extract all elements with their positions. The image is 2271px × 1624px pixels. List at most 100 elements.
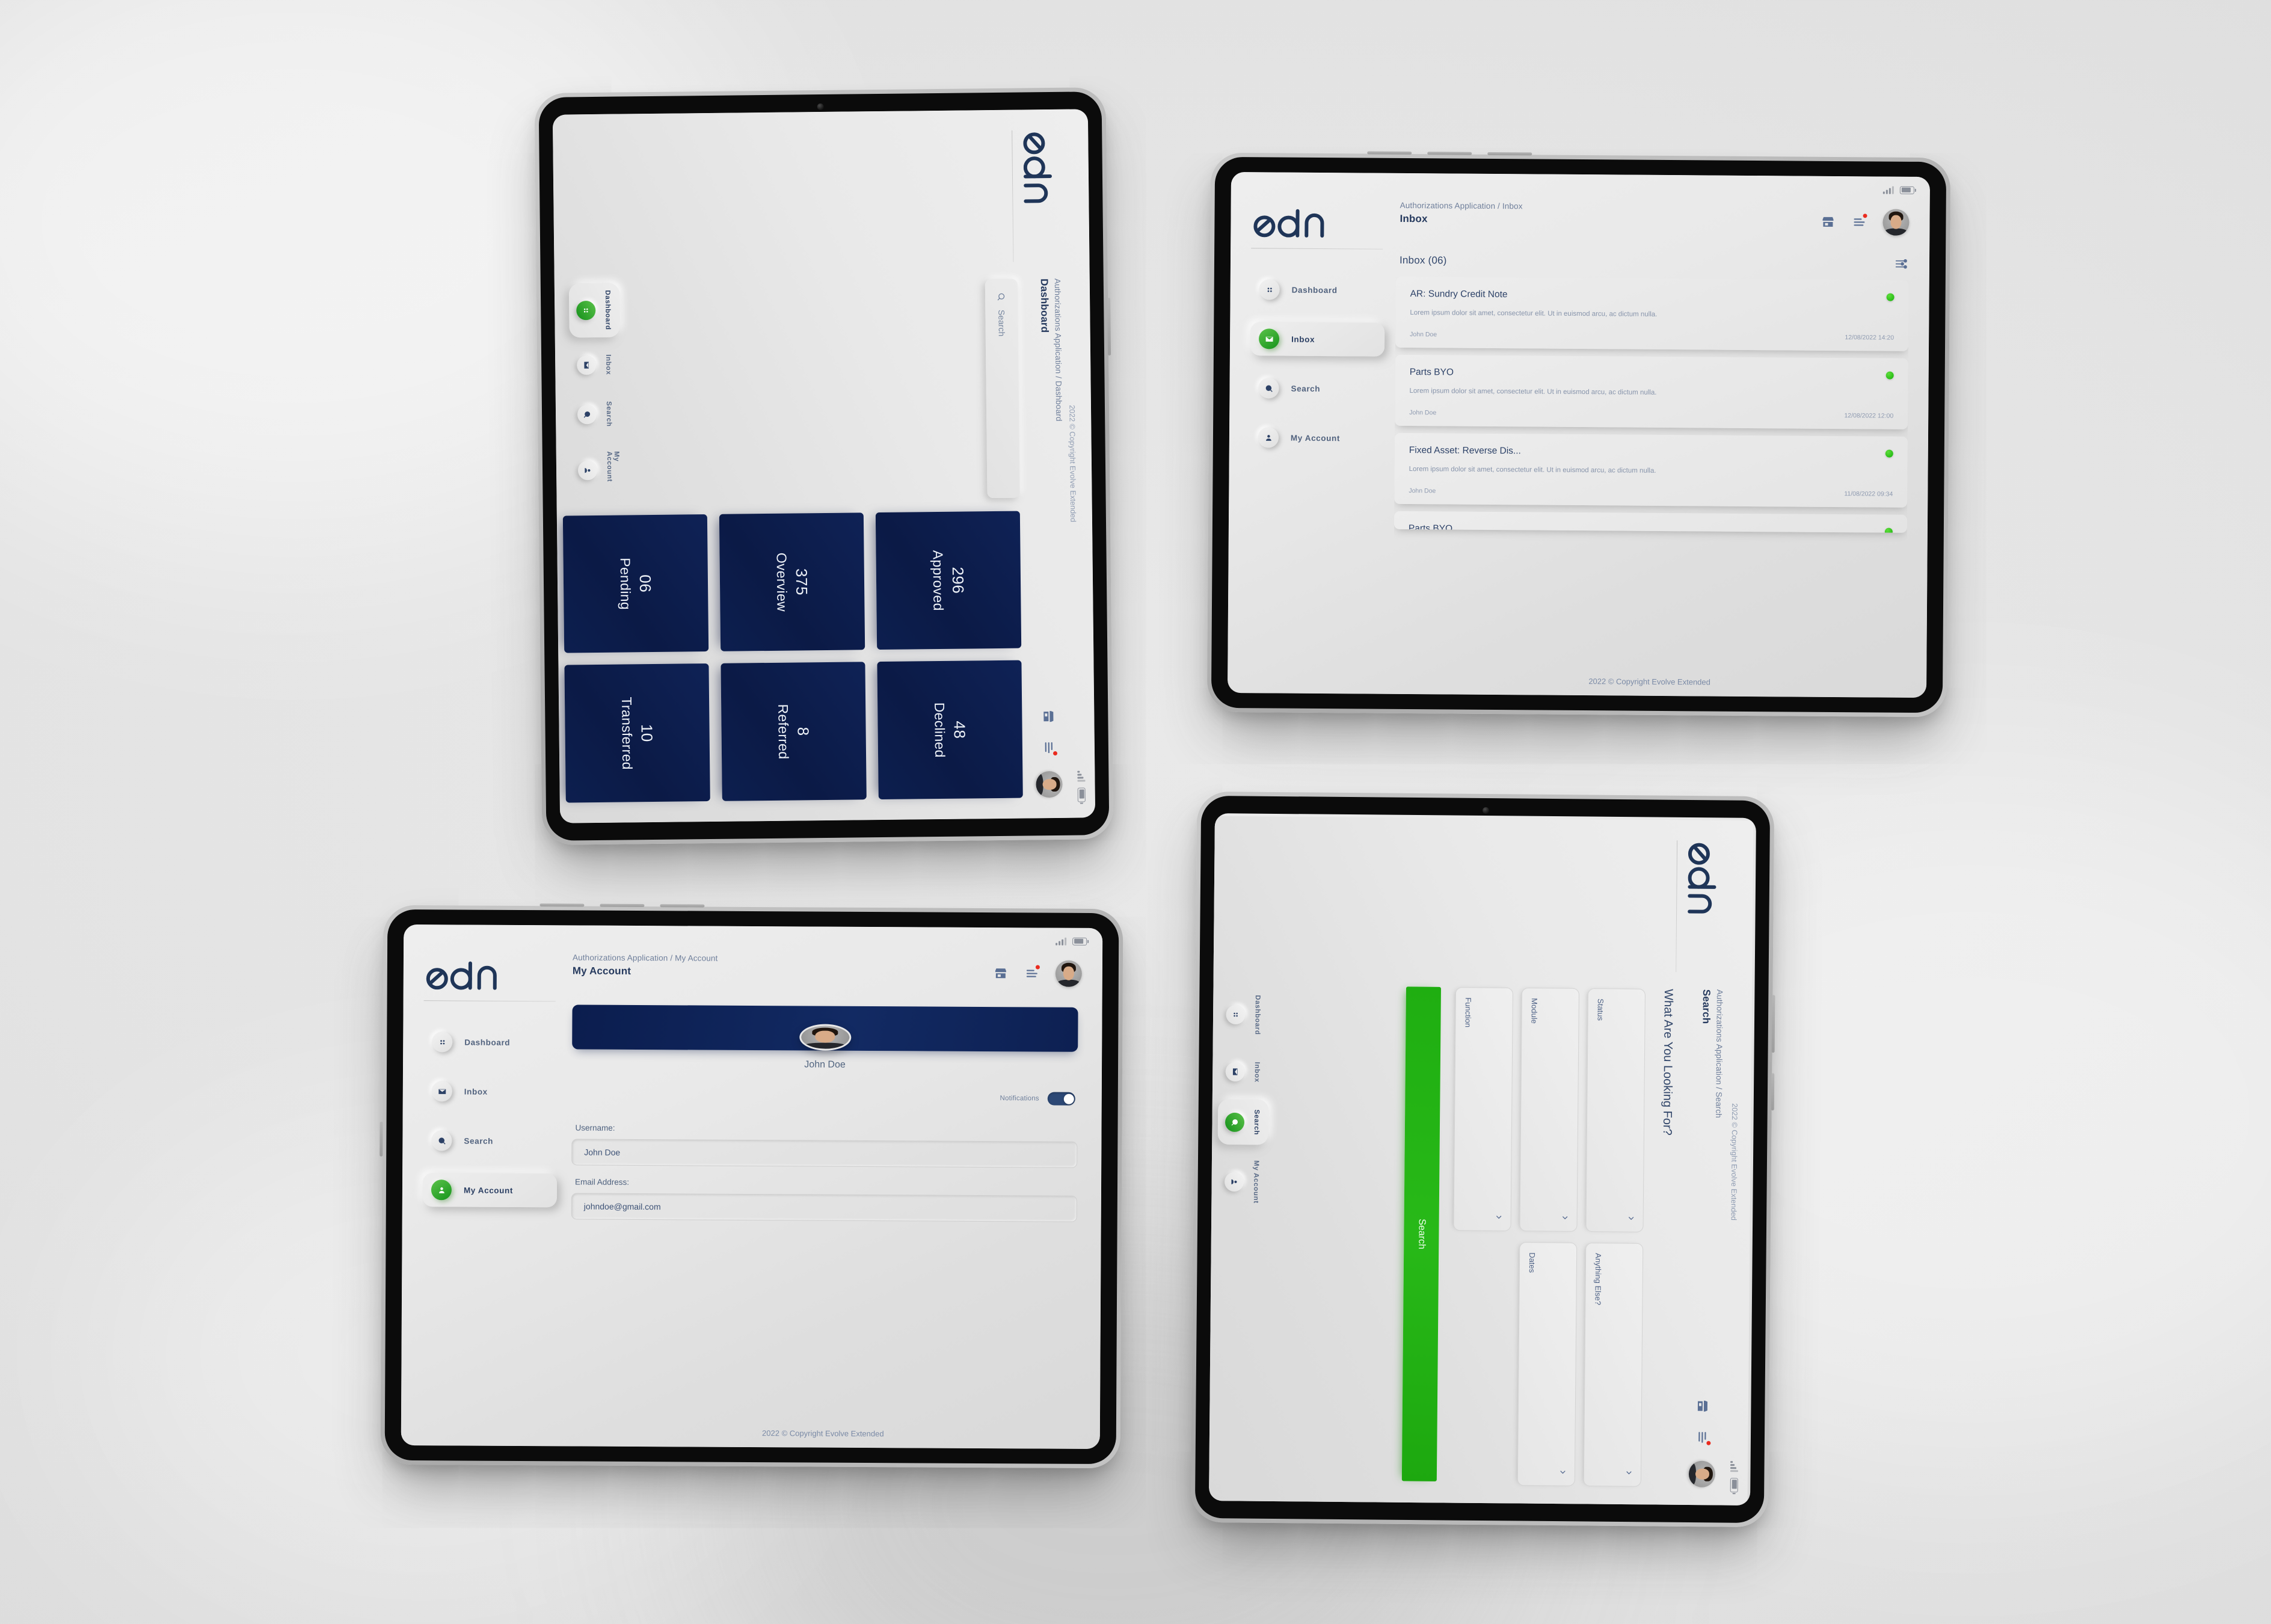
avatar[interactable]	[1882, 209, 1910, 236]
brand-logo	[1251, 196, 1386, 249]
search-filter-status[interactable]: Status	[1585, 988, 1646, 1232]
tab-search[interactable]: Search	[1217, 1100, 1269, 1145]
username-input[interactable]: John Doe	[571, 1139, 1078, 1168]
signal-icon	[1882, 186, 1894, 194]
search-icon	[431, 1130, 452, 1151]
stat-card[interactable]: 375 Overview	[719, 512, 865, 652]
brand-logo	[1676, 840, 1729, 975]
stat-label: Approved	[930, 550, 947, 611]
message-subject: Parts BYO	[1409, 367, 1454, 378]
message-subject: AR: Sundry Credit Note	[1410, 289, 1508, 300]
sidebar-item-inbox[interactable]: Inbox	[423, 1074, 558, 1109]
breadcrumb: Authorizations Application / Search	[1714, 989, 1724, 1118]
search-filter-module[interactable]: Module	[1519, 988, 1579, 1232]
person-icon	[577, 460, 598, 481]
email-label: Email Address:	[574, 1177, 630, 1187]
sidebar-item-label: Search	[1291, 384, 1321, 393]
avatar[interactable]	[1036, 770, 1063, 798]
tablet-inbox: Dashboard Inbox Search My Account Authoriza…	[1206, 151, 1951, 718]
filter-label: Anything Else?	[1593, 1253, 1603, 1305]
tab-my-account[interactable]: My Account	[571, 441, 629, 499]
signal-icon	[1730, 1461, 1739, 1472]
store-icon[interactable]	[1820, 214, 1836, 230]
search-input[interactable]: Search	[985, 278, 1020, 499]
stat-label: Referred	[775, 704, 792, 760]
sidebar	[1211, 816, 1733, 986]
sidebar-item-search[interactable]: Search	[423, 1124, 557, 1158]
stat-card[interactable]: 10 Transferred	[564, 663, 710, 803]
sidebar-item-dashboard[interactable]: Dashboard	[1250, 272, 1384, 307]
sidebar-item-label: Dashboard	[464, 1037, 511, 1047]
stat-label: Pending	[617, 558, 634, 610]
sidebar-item-label: Inbox	[1291, 334, 1315, 344]
sidebar-item-search[interactable]: Search	[1250, 371, 1384, 406]
stat-card[interactable]: 296 Approved	[875, 511, 1022, 650]
stat-card[interactable]: 48 Declined	[877, 660, 1023, 800]
footer-copyright: 2022 © Copyright Evolve Extended	[762, 1429, 884, 1439]
search-submit-button[interactable]: Search	[1401, 986, 1441, 1481]
menu-icon[interactable]	[1694, 1430, 1711, 1445]
store-icon[interactable]	[993, 965, 1009, 981]
search-question: What Are You Looking For?	[1660, 989, 1675, 1136]
tab-dashboard[interactable]: Dashboard	[568, 283, 620, 338]
sidebar-nav	[1652, 840, 1653, 974]
person-icon	[431, 1180, 452, 1201]
menu-icon[interactable]	[1024, 965, 1040, 981]
tab-label: Search	[604, 401, 613, 427]
menu-icon[interactable]	[1041, 740, 1058, 756]
menu-icon[interactable]	[1851, 214, 1867, 230]
store-icon[interactable]	[1040, 709, 1056, 724]
search-filter-dates[interactable]: Dates	[1517, 1242, 1578, 1486]
tab-search[interactable]: Search	[570, 392, 621, 436]
battery-icon	[1899, 186, 1914, 194]
mockup-scene: Authorizations Application / Dashboard D…	[0, 0, 2271, 1624]
tab-inbox[interactable]: Inbox	[1218, 1050, 1269, 1094]
stat-card[interactable]: 06 Pending	[562, 514, 709, 653]
envelope-icon	[577, 355, 597, 375]
tab-my-account[interactable]: My Account	[1217, 1151, 1268, 1213]
sidebar-item-dashboard[interactable]: Dashboard	[423, 1025, 558, 1059]
sidebar-nav: Dashboard Inbox Search My Account	[422, 1025, 558, 1208]
filter-icon[interactable]	[1893, 256, 1909, 272]
tab-dashboard[interactable]: Dashboard	[1218, 985, 1270, 1045]
sidebar-item-my-account[interactable]: My Account	[1250, 420, 1384, 455]
tablet-account: Dashboard Inbox Search My Account Authoriza…	[380, 903, 1123, 1469]
notification-dot	[1863, 214, 1867, 218]
stat-label: Overview	[773, 552, 790, 612]
grid-icon	[1226, 1004, 1246, 1025]
page-title: Search	[1700, 989, 1712, 1024]
person-icon	[1225, 1172, 1244, 1192]
message-subject: Fixed Asset: Reverse Dis...	[1409, 445, 1521, 457]
inbox-message-row[interactable]: AR: Sundry Credit Note Lorem ipsum dolor …	[1395, 276, 1909, 351]
sidebar-item-my-account[interactable]: My Account	[422, 1173, 558, 1208]
search-filter-function[interactable]: Function	[1453, 987, 1513, 1231]
header-tools	[1035, 709, 1068, 798]
sidebar-item-inbox[interactable]: Inbox	[1250, 322, 1385, 357]
avatar[interactable]	[1688, 1460, 1716, 1487]
notifications-toggle[interactable]	[1047, 1092, 1075, 1106]
page-title: My Account	[572, 965, 632, 977]
avatar[interactable]	[1055, 960, 1082, 987]
store-icon[interactable]	[1695, 1398, 1710, 1414]
inbox-message-row[interactable]: Fixed Asset: Reverse Dis... Lorem ipsum d…	[1394, 433, 1908, 508]
search-filter-anything-else[interactable]: Anything Else?	[1583, 1243, 1644, 1487]
unread-status-dot	[1886, 293, 1895, 301]
unread-status-dot	[1884, 527, 1893, 534]
filter-label: Dates	[1527, 1252, 1537, 1273]
chevron-right-icon	[1492, 1213, 1503, 1221]
stat-value: 296	[948, 567, 968, 594]
battery-icon	[1730, 1478, 1739, 1493]
stat-card[interactable]: 8 Referred	[721, 662, 867, 801]
message-timestamp: 12/08/2022 14:20	[1845, 334, 1895, 342]
message-preview: Lorem ipsum dolor sit amet, consectetur …	[1409, 387, 1657, 396]
page-title: Dashboard	[1038, 278, 1051, 333]
profile-avatar[interactable]	[799, 1024, 851, 1051]
chevron-right-icon	[1624, 1214, 1635, 1222]
inbox-message-row[interactable]: Parts BYO	[1394, 511, 1908, 534]
tab-inbox[interactable]: Inbox	[570, 343, 621, 387]
chevron-right-icon	[1622, 1469, 1633, 1477]
sidebar: Dashboard Inbox Search My Account	[401, 945, 569, 1446]
bottom-tabbar: Dashboard Inbox Search My Account	[561, 279, 629, 499]
inbox-message-row[interactable]: Parts BYO Lorem ipsum dolor sit amet, con…	[1395, 354, 1908, 430]
email-input[interactable]: johndoe@gmail.com	[571, 1193, 1077, 1222]
